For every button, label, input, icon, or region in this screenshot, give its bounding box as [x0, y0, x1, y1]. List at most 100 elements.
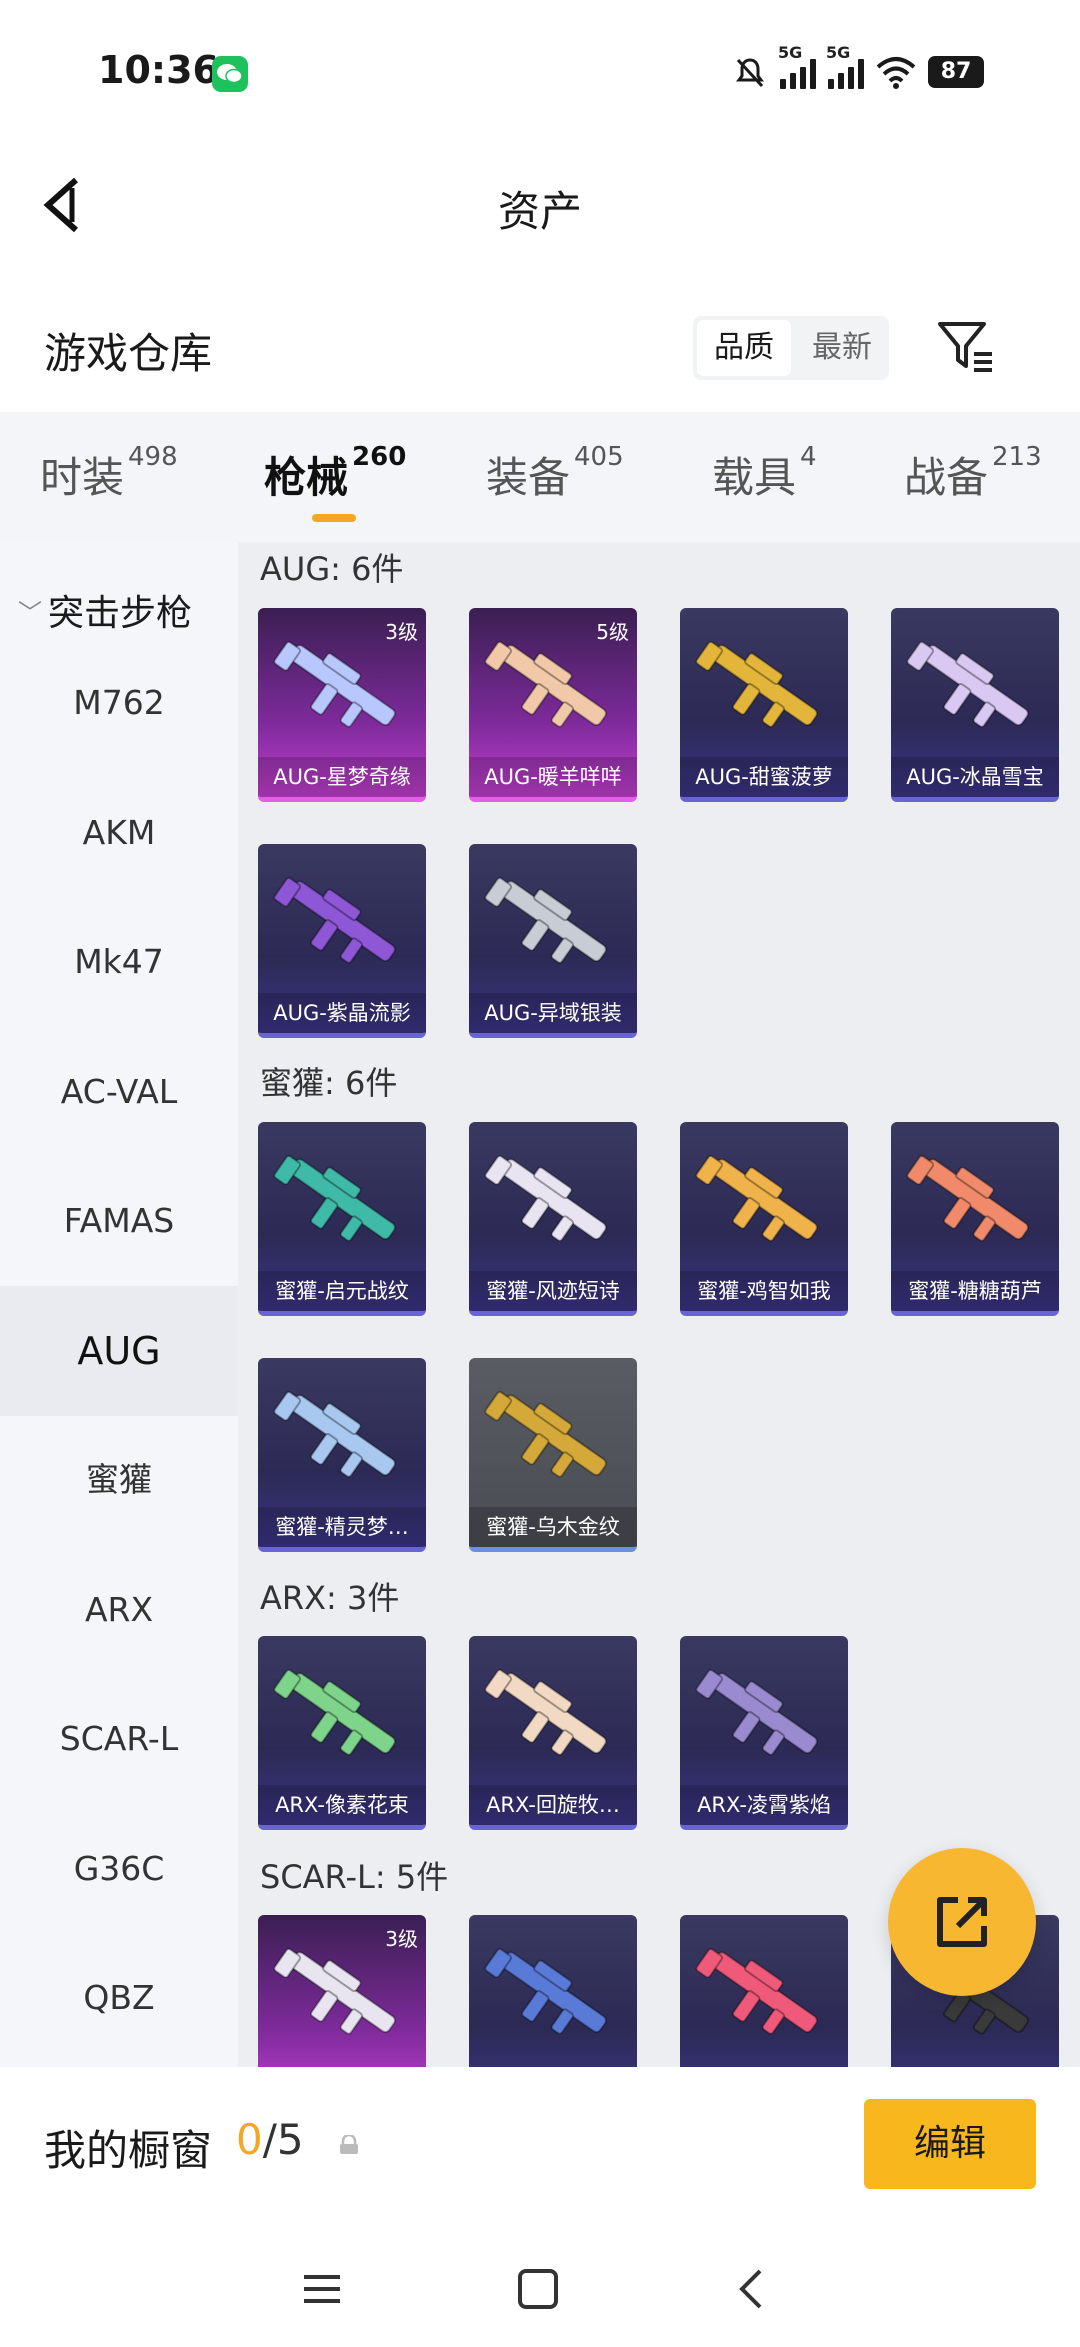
weapon-skin-image — [484, 1155, 607, 1242]
group-label-aug: AUG: 6件 — [260, 550, 404, 588]
share-fab-button[interactable] — [888, 1848, 1036, 1996]
chevron-down-icon: ﹀ — [18, 598, 42, 627]
sort-newest-button[interactable]: 最新 — [795, 316, 889, 380]
skin-card[interactable]: 5级 AUG-暖羊咩咩 — [469, 608, 637, 802]
sidebar-item-g36c[interactable]: G36C — [0, 1804, 238, 1934]
tab-vehicles[interactable]: 载具 4 — [712, 442, 817, 505]
skin-card[interactable]: ARX-像素花束 — [258, 1636, 426, 1830]
weapon-skin-image — [695, 1155, 818, 1242]
sidebar-item-arx[interactable]: ARX — [0, 1545, 238, 1675]
share-icon — [937, 1897, 987, 1947]
skin-card[interactable]: 蜜獾-启元战纹 — [258, 1122, 426, 1316]
edit-button[interactable]: 编辑 — [864, 2099, 1036, 2189]
skin-level-badge: 3级 — [385, 1927, 418, 1951]
sidebar-item-ac-val[interactable]: AC-VAL — [0, 1027, 238, 1157]
skin-card[interactable]: AUG-异域银装 — [469, 844, 637, 1038]
skin-level-badge: 3级 — [385, 620, 418, 644]
category-assault-rifles[interactable]: ﹀ 突击步枪 — [18, 584, 192, 636]
weapon-sidebar: ﹀ 突击步枪 M762 AKM Mk47 AC-VAL FAMAS AUG 蜜獾… — [0, 542, 238, 2067]
showcase-title: 我的橱窗 — [44, 2126, 213, 2175]
skin-card[interactable]: 3级 — [258, 1915, 426, 2067]
sort-toggle: 品质 最新 — [693, 316, 889, 380]
skin-name: ARX-凌霄紫焰 — [680, 1785, 848, 1825]
sort-quality-button[interactable]: 品质 — [697, 320, 791, 376]
skin-name: 蜜獾-糖糖葫芦 — [891, 1271, 1059, 1311]
page-title: 资产 — [497, 187, 582, 236]
weapon-skin-image — [695, 1948, 818, 2035]
wechat-notification-icon — [212, 56, 248, 92]
skin-card[interactable]: 蜜獾-精灵梦… — [258, 1358, 426, 1552]
system-nav-bar — [0, 2237, 1080, 2347]
skin-name: 蜜獾-乌木金纹 — [469, 1507, 637, 1547]
sidebar-item-aug[interactable]: AUG — [0, 1286, 238, 1416]
system-icons: 5G 5G 87 — [732, 43, 984, 94]
skin-card[interactable] — [469, 1915, 637, 2067]
group-label-scar-l: SCAR-L: 5件 — [260, 1858, 449, 1896]
wifi-icon — [876, 57, 916, 89]
group-label-honey-badger: 蜜獾: 6件 — [260, 1064, 398, 1102]
skin-name: AUG-甜蜜菠萝 — [680, 757, 848, 797]
weapon-skin-image — [695, 641, 818, 728]
skin-card[interactable]: AUG-甜蜜菠萝 — [680, 608, 848, 802]
tab-equipment[interactable]: 装备 405 — [486, 442, 624, 505]
skin-card[interactable] — [680, 1915, 848, 2067]
warehouse-title: 游戏仓库 — [44, 329, 213, 378]
skin-name: AUG-紫晶流影 — [258, 993, 426, 1033]
menu-icon[interactable] — [292, 2259, 352, 2319]
my-showcase-bar: 我的橱窗 0/5 编辑 — [0, 2067, 1080, 2237]
skin-card[interactable]: AUG-紫晶流影 — [258, 844, 426, 1038]
skin-name: 蜜獾-鸡智如我 — [680, 1271, 848, 1311]
skin-name: 蜜獾-启元战纹 — [258, 1271, 426, 1311]
home-icon[interactable] — [508, 2259, 568, 2319]
skin-card[interactable]: 蜜獾-糖糖葫芦 — [891, 1122, 1059, 1316]
skin-card[interactable]: 3级 AUG-星梦奇缘 — [258, 608, 426, 802]
weapon-skin-image — [484, 1669, 607, 1756]
skin-card[interactable]: 蜜獾-鸡智如我 — [680, 1122, 848, 1316]
filter-icon[interactable] — [936, 318, 996, 374]
battery-indicator: 87 — [928, 56, 984, 88]
skin-card[interactable]: ARX-回旋牧… — [469, 1636, 637, 1830]
category-tabs: 时装 498 枪械 260 装备 405 载具 4 战备 213 — [0, 412, 1080, 542]
sidebar-item-famas[interactable]: FAMAS — [0, 1156, 238, 1286]
signal-1-icon: 5G — [778, 43, 816, 89]
weapon-skin-image — [484, 1391, 607, 1478]
sidebar-item-scar-l[interactable]: SCAR-L — [0, 1674, 238, 1804]
status-bar: 10:36 5G 5G 87 — [0, 0, 1080, 140]
skin-card[interactable]: 蜜獾-风迹短诗 — [469, 1122, 637, 1316]
signal-2-icon: 5G — [826, 43, 864, 89]
skin-card[interactable]: ARX-凌霄紫焰 — [680, 1636, 848, 1830]
sidebar-item-akm[interactable]: AKM — [0, 768, 238, 898]
skin-name: ARX-回旋牧… — [469, 1785, 637, 1825]
tab-firearms[interactable]: 枪械 260 — [264, 442, 406, 505]
tab-fashion[interactable]: 时装 498 — [40, 442, 178, 505]
skin-name: AUG-冰晶雪宝 — [891, 757, 1059, 797]
skin-grid: AUG: 6件 蜜獾: 6件 ARX: 3件 SCAR-L: 5件 3级 AUG-… — [238, 542, 1080, 2067]
sidebar-item-m762[interactable]: M762 — [0, 638, 238, 768]
tab-supplies[interactable]: 战备 213 — [904, 442, 1042, 505]
skin-level-badge: 5级 — [596, 620, 629, 644]
weapon-skin-image — [906, 1155, 1029, 1242]
skin-card[interactable]: 蜜獾-乌木金纹 — [469, 1358, 637, 1552]
weapon-skin-image — [273, 1669, 396, 1756]
weapon-skin-image — [695, 1669, 818, 1756]
skin-name: AUG-暖羊咩咩 — [469, 757, 637, 797]
skin-name: ARX-像素花束 — [258, 1785, 426, 1825]
skin-card[interactable]: AUG-冰晶雪宝 — [891, 608, 1059, 802]
top-header: 资产 — [0, 140, 1080, 270]
sidebar-item-honey-badger[interactable]: 蜜獾 — [0, 1415, 238, 1545]
showcase-count: 0/5 — [236, 2115, 304, 2164]
weapon-skin-image — [906, 641, 1029, 728]
weapon-skin-image — [484, 877, 607, 964]
active-tab-indicator — [312, 514, 356, 522]
skin-name: 蜜獾-精灵梦… — [258, 1507, 426, 1547]
weapon-skin-image — [273, 1155, 396, 1242]
group-label-arx: ARX: 3件 — [260, 1579, 400, 1617]
weapon-skin-image — [484, 1948, 607, 2035]
lock-icon — [340, 2135, 358, 2154]
skin-name: AUG-异域银装 — [469, 993, 637, 1033]
sidebar-item-mk47[interactable]: Mk47 — [0, 897, 238, 1027]
skin-name: AUG-星梦奇缘 — [258, 757, 426, 797]
sidebar-item-qbz[interactable]: QBZ — [0, 1933, 238, 2063]
back-icon[interactable] — [722, 2259, 782, 2319]
mute-bell-icon — [736, 58, 764, 88]
